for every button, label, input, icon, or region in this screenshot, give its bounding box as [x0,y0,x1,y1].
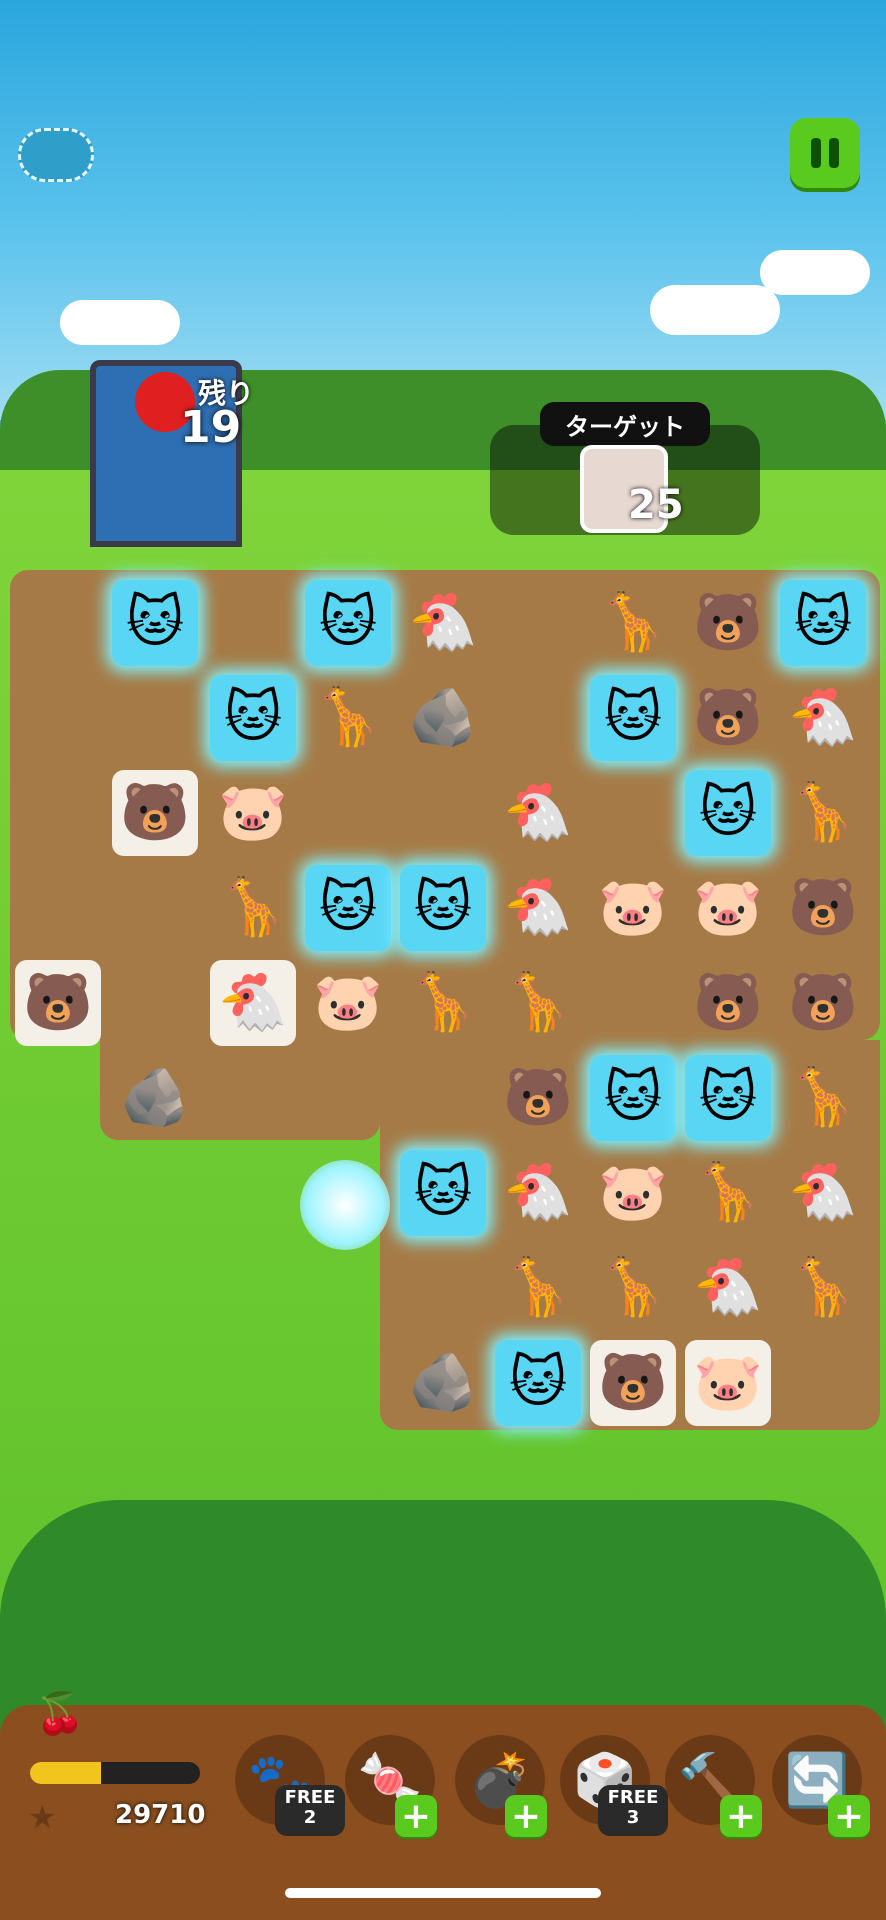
tile-cat[interactable]: 🐱 [685,770,771,856]
tile-cat[interactable]: 🐱 [780,580,866,666]
tile-chicken[interactable]: 🐔 [495,770,581,856]
moves-counter: 19 [180,402,242,453]
bushes [0,1500,886,1740]
tile-bear[interactable]: 🐻 [590,1340,676,1426]
tile-cat[interactable]: 🐱 [112,580,198,666]
home-indicator [285,1888,601,1898]
tile-giraffe[interactable]: 🦒 [780,770,866,856]
tile-rock[interactable]: 🪨 [400,675,486,761]
progress-bar [30,1762,200,1784]
tile-pig[interactable]: 🐷 [685,865,771,951]
add-bomb-button[interactable]: + [505,1795,547,1837]
cherry-icon: 🍒 [35,1691,85,1737]
tile-giraffe[interactable]: 🦒 [495,1245,581,1331]
progress-fill [30,1762,102,1784]
sky-background [0,0,886,420]
tile-chicken[interactable]: 🐔 [780,675,866,761]
free-badge: FREE 2 [275,1785,345,1836]
cloud [760,250,870,295]
target-label: ターゲット [540,402,710,446]
target-count: 25 [628,482,684,528]
tile-giraffe[interactable]: 🦒 [495,960,581,1046]
add-shuffle-button[interactable]: + [828,1795,870,1837]
tile-giraffe[interactable]: 🦒 [780,1245,866,1331]
tile-bear[interactable]: 🐻 [685,675,771,761]
tile-rock[interactable]: 🪨 [400,1340,486,1426]
free-badge-label: FREE [607,1787,659,1808]
tile-giraffe[interactable]: 🦒 [590,580,676,666]
free-badge-count: 3 [626,1807,640,1828]
free-badge: FREE 3 [598,1785,668,1836]
tile-pig[interactable]: 🐷 [685,1340,771,1426]
add-hammer-button[interactable]: + [720,1795,762,1837]
tile-cat[interactable]: 🐱 [495,1340,581,1426]
tile-cat[interactable]: 🐱 [305,580,391,666]
lightning-burst-icon [300,1160,390,1250]
cloud [60,300,180,345]
tile-giraffe[interactable]: 🦒 [210,865,296,951]
tile-bear[interactable]: 🐻 [112,770,198,856]
tile-cat[interactable]: 🐱 [590,1055,676,1141]
tile-cat[interactable]: 🐱 [590,675,676,761]
tile-giraffe[interactable]: 🦒 [400,960,486,1046]
tile-cat[interactable]: 🐱 [210,675,296,761]
free-badge-label: FREE [284,1787,336,1808]
tile-bear[interactable]: 🐻 [685,960,771,1046]
tile-cat[interactable]: 🐱 [305,865,391,951]
tile-cat[interactable]: 🐱 [685,1055,771,1141]
paw-icon [18,128,94,182]
tile-pig[interactable]: 🐷 [590,1150,676,1236]
tile-chicken[interactable]: 🐔 [400,580,486,666]
tile-giraffe[interactable]: 🦒 [780,1055,866,1141]
tile-bear[interactable]: 🐻 [15,960,101,1046]
score: 29710 [115,1800,206,1830]
tile-pig[interactable]: 🐷 [210,770,296,856]
tile-rock[interactable]: 🪨 [112,1055,198,1141]
tile-chicken[interactable]: 🐔 [495,865,581,951]
tile-giraffe[interactable]: 🦒 [305,675,391,761]
tile-bear[interactable]: 🐻 [780,960,866,1046]
tile-bear[interactable]: 🐻 [685,580,771,666]
tile-giraffe[interactable]: 🦒 [590,1245,676,1331]
tile-chicken[interactable]: 🐔 [210,960,296,1046]
tile-bear[interactable]: 🐻 [780,865,866,951]
cloud [650,285,780,335]
tile-pig[interactable]: 🐷 [590,865,676,951]
free-badge-count: 2 [303,1807,317,1828]
tile-chicken[interactable]: 🐔 [780,1150,866,1236]
tile-bear[interactable]: 🐻 [495,1055,581,1141]
tile-cat[interactable]: 🐱 [400,865,486,951]
tile-giraffe[interactable]: 🦒 [685,1150,771,1236]
star-icon: ★ [28,1798,57,1836]
tile-chicken[interactable]: 🐔 [685,1245,771,1331]
tile-cat[interactable]: 🐱 [400,1150,486,1236]
pause-button[interactable] [790,118,860,188]
tile-pig[interactable]: 🐷 [305,960,391,1046]
add-candy-button[interactable]: + [395,1795,437,1837]
tile-chicken[interactable]: 🐔 [495,1150,581,1236]
